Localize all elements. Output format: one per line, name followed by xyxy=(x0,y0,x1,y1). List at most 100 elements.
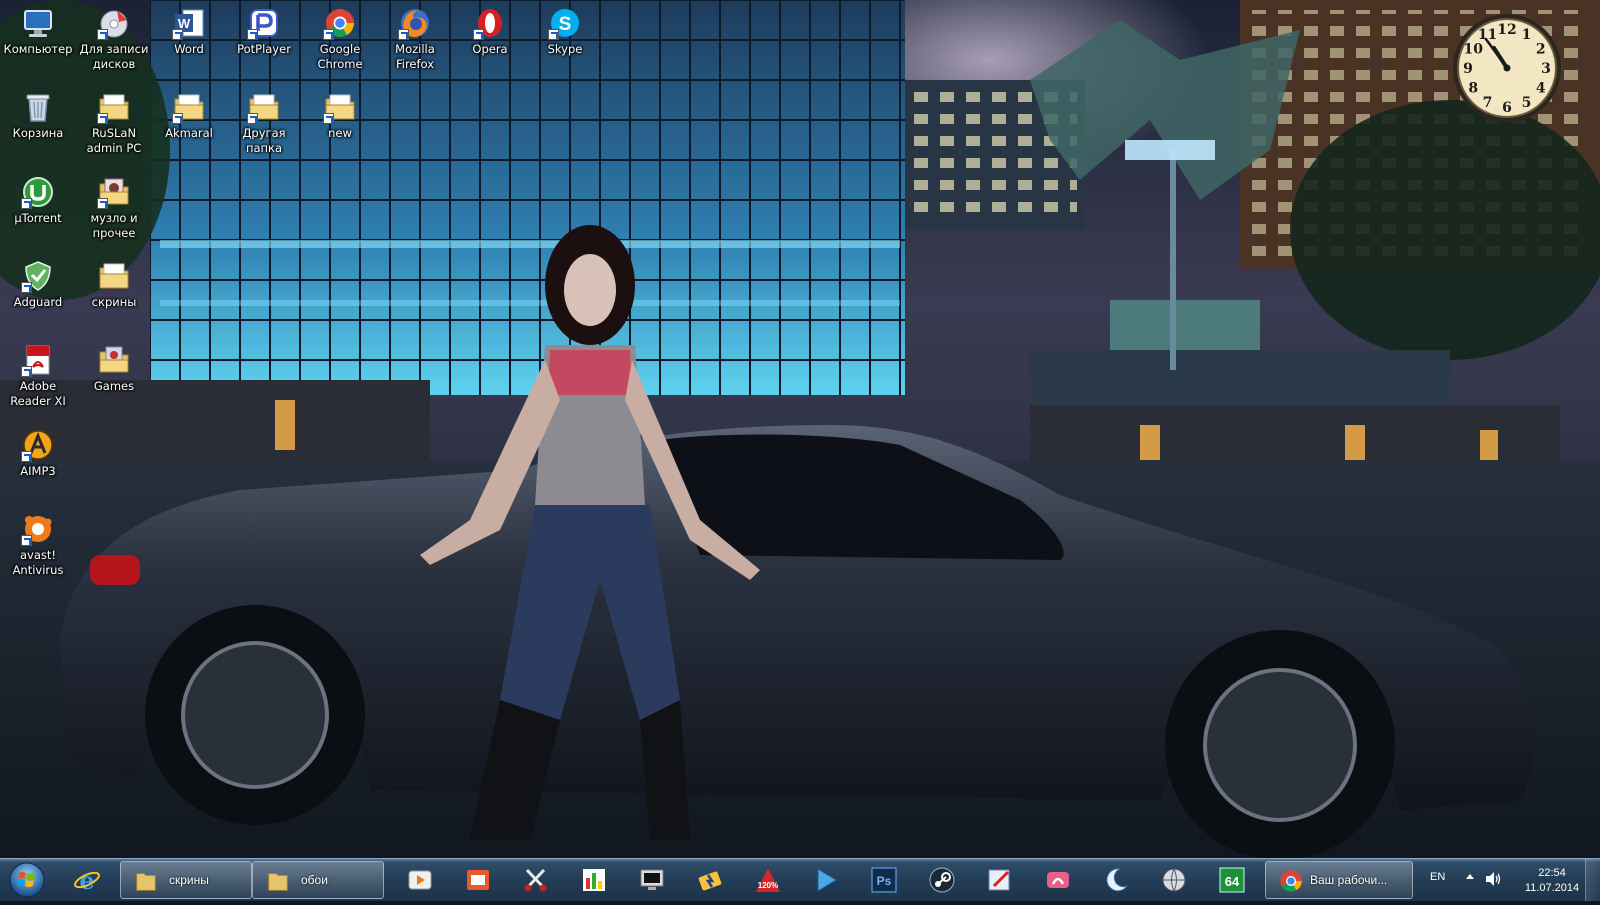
taskbar-pinned-steam[interactable] xyxy=(915,861,969,899)
desktop-icon-aimp3[interactable]: AIMP3 xyxy=(1,424,75,479)
photoshop-icon: Ps xyxy=(870,866,898,894)
taskbar-pinned-chart-app[interactable] xyxy=(567,861,621,899)
desktop-icon-screens-folder[interactable]: скрины xyxy=(77,255,151,310)
folder-icon xyxy=(247,90,281,124)
taskbar-pinned-moon-app[interactable] xyxy=(1089,861,1143,899)
taskbar-pinned-media-player[interactable] xyxy=(393,861,447,899)
taskbar-pinned-aida64[interactable]: 64 xyxy=(1205,861,1259,899)
burner-icon xyxy=(97,6,131,40)
desktop-icon-recycle-bin[interactable]: Корзина xyxy=(1,86,75,141)
desktop-icon-games-folder[interactable]: Games xyxy=(77,339,151,394)
desktop-icon-opera[interactable]: Opera xyxy=(453,2,527,57)
taskbar-pinned-zoom-120[interactable]: 120% xyxy=(741,861,795,899)
svg-text:S: S xyxy=(559,14,572,35)
svg-text:e: e xyxy=(79,866,94,894)
taskbar-pinned-play[interactable] xyxy=(799,861,853,899)
desktop-icon-ruslan-folder[interactable]: RuSLaN admin PC xyxy=(77,86,151,156)
clock-number: 9 xyxy=(1463,61,1473,77)
volume-icon[interactable] xyxy=(1484,871,1502,887)
taskbar-pinned-globe-app[interactable] xyxy=(1147,861,1201,899)
tray-clock[interactable]: 22:54 11.07.2014 xyxy=(1518,866,1586,896)
desktop-icon-label: скрины xyxy=(91,295,137,309)
desktop-icon-skype[interactable]: S Skype xyxy=(528,2,602,57)
chart-app-icon xyxy=(580,866,608,894)
desktop-icon-label: Opera xyxy=(472,42,508,56)
steam-icon xyxy=(928,866,956,894)
clock-number: 7 xyxy=(1483,95,1493,111)
taskbar-window-label: обои xyxy=(301,873,328,887)
desktop-icon-label: Другая папка xyxy=(242,126,286,155)
desktop-icon-avast[interactable]: avast! Antivirus xyxy=(1,508,75,578)
folder-icon xyxy=(323,90,357,124)
globe-app-icon xyxy=(1160,866,1188,894)
desktop-icon-akmaral-folder[interactable]: Akmaral xyxy=(152,86,226,141)
system-tray: EN 22:54 11.07.2014 xyxy=(1418,859,1600,901)
desktop-icon-label: Akmaral xyxy=(165,126,213,140)
show-desktop-button[interactable] xyxy=(1585,859,1600,901)
taskbar-pinned-pdf-tool[interactable] xyxy=(1031,861,1085,899)
taskbar-pinned-flash-tool[interactable] xyxy=(683,861,737,899)
adguard-icon xyxy=(21,259,55,293)
taskbar-window-chrome[interactable]: Ваш рабочи... xyxy=(1265,861,1413,899)
taskbar-window-wallpapers[interactable]: обои xyxy=(252,861,384,899)
clock-gadget[interactable]: 12 1 2 3 4 5 6 7 8 9 10 11 xyxy=(1451,12,1563,124)
desktop-icon-word[interactable]: W Word xyxy=(152,2,226,57)
chrome-icon xyxy=(323,6,357,40)
chrome-icon xyxy=(1278,868,1304,894)
taskbar: e скрины обои 120% Ps 64 Ваш рабочи... E… xyxy=(0,858,1600,901)
show-hidden-icons-arrow-icon[interactable] xyxy=(1466,874,1474,879)
desktop-icon-adobe-reader[interactable]: Adobe Reader XI xyxy=(1,339,75,409)
tray-date: 11.07.2014 xyxy=(1524,882,1580,894)
aida64-icon: 64 xyxy=(1218,866,1246,894)
desktop-icon-computer[interactable]: Компьютер xyxy=(1,2,75,57)
taskbar-pinned-speed-monitor[interactable] xyxy=(625,861,679,899)
flash-tool-icon xyxy=(696,866,724,894)
desktop-icon-label: PotPlayer xyxy=(237,42,291,56)
aimp-icon xyxy=(21,428,55,462)
music-folder-icon xyxy=(97,175,131,209)
taskbar-pinned-presentation[interactable] xyxy=(451,861,505,899)
taskbar-window-label: скрины xyxy=(169,873,209,887)
zoom-120-icon: 120% xyxy=(754,866,782,894)
folder-icon xyxy=(133,868,159,894)
presentation-icon xyxy=(464,866,492,894)
desktop-icon-adguard[interactable]: Adguard xyxy=(1,255,75,310)
computer-icon xyxy=(21,6,55,40)
desktop-icon-new-folder[interactable]: new xyxy=(303,86,377,141)
clock-number: 2 xyxy=(1536,42,1546,58)
desktop-icon-music-folder[interactable]: музло и прочее xyxy=(77,171,151,241)
language-indicator[interactable]: EN xyxy=(1430,871,1445,883)
desktop-icon-other-folder[interactable]: Другая папка xyxy=(227,86,301,156)
taskbar-window-screens[interactable]: скрины xyxy=(120,861,252,899)
taskbar-pinned-editor[interactable] xyxy=(973,861,1027,899)
clock-number: 6 xyxy=(1502,100,1512,116)
folder-icon xyxy=(172,90,206,124)
desktop-icon-label: Google Chrome xyxy=(317,42,363,71)
pdf-tool-icon xyxy=(1044,866,1072,894)
desktop-icon-label: Games xyxy=(93,379,135,393)
tray-time: 22:54 xyxy=(1538,867,1566,879)
desktop-icon-burner[interactable]: Для записи дисков xyxy=(77,2,151,72)
avast-icon xyxy=(21,512,55,546)
speed-monitor-icon xyxy=(638,866,666,894)
taskbar-window-label: Ваш рабочи... xyxy=(1310,873,1388,887)
utorrent-icon xyxy=(21,175,55,209)
snipping-tool-icon xyxy=(522,866,550,894)
desktop-icon-label: Mozilla Firefox xyxy=(395,42,435,71)
taskbar-pinned-snipping-tool[interactable] xyxy=(509,861,563,899)
start-button[interactable] xyxy=(4,860,50,900)
desktop-icon-utorrent[interactable]: µTorrent xyxy=(1,171,75,226)
desktop-icon-label: музло и прочее xyxy=(90,211,138,240)
svg-text:64: 64 xyxy=(1225,874,1240,889)
taskbar-pinned-photoshop[interactable]: Ps xyxy=(857,861,911,899)
folder-icon xyxy=(97,90,131,124)
clock-number: 4 xyxy=(1536,81,1546,97)
clock-number: 8 xyxy=(1468,81,1478,97)
desktop-icon-label: Компьютер xyxy=(3,42,73,56)
desktop-icon-potplayer[interactable]: PotPlayer xyxy=(227,2,301,57)
folder-icon xyxy=(265,868,291,894)
desktop-icon-chrome[interactable]: Google Chrome xyxy=(303,2,377,72)
taskbar-pinned-internet-explorer[interactable]: e xyxy=(60,861,114,899)
desktop-icon-firefox[interactable]: Mozilla Firefox xyxy=(378,2,452,72)
desktop-icon-label: Для записи дисков xyxy=(79,42,149,71)
